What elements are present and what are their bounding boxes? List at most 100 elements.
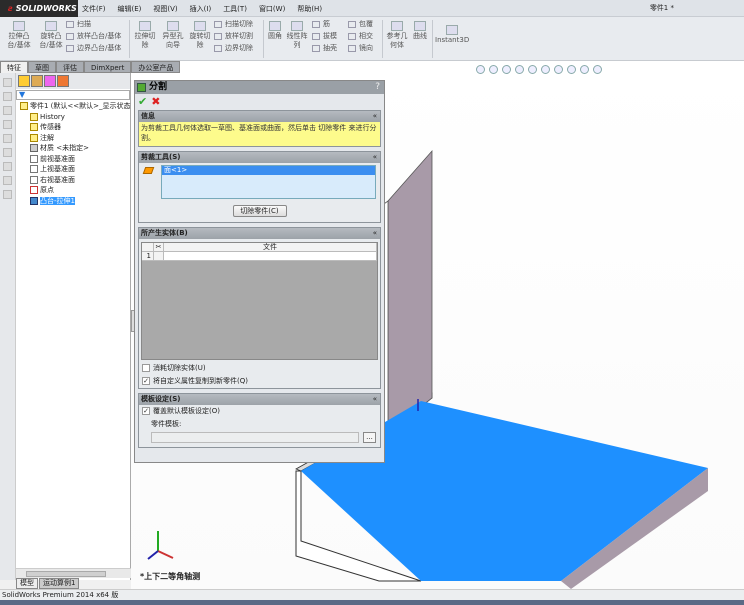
ok-button[interactable]: ✔ <box>138 95 147 108</box>
display-style-icon[interactable] <box>541 65 550 74</box>
loft-button[interactable]: 放样凸台/基体 <box>66 31 121 41</box>
tool-icon[interactable] <box>3 148 12 157</box>
scroll-thumb[interactable] <box>26 571 106 577</box>
menu-tools[interactable]: 工具(T) <box>223 4 247 14</box>
revolve-boss-button[interactable]: 旋转凸台/基体 <box>36 21 66 50</box>
zoom-to-fit-icon[interactable] <box>476 65 485 74</box>
hole-wizard-button[interactable]: 异型孔向导 <box>160 21 186 50</box>
tree-item-top-plane[interactable]: 上视基准面 <box>16 164 130 175</box>
tool-icon[interactable] <box>3 78 12 87</box>
tree-item-right-plane[interactable]: 右视基准面 <box>16 175 130 186</box>
menu-view[interactable]: 视图(V) <box>153 4 177 14</box>
resulting-bodies-group: 所产生实体(B) « ✂ 文件 1 消耗切除实体(U) ✓ 将自定义属性复制到新零件(… <box>138 227 381 389</box>
hide-show-icon[interactable] <box>554 65 563 74</box>
zoom-area-icon[interactable] <box>489 65 498 74</box>
display-manager-icon[interactable] <box>57 75 69 87</box>
draft-button[interactable]: 拔模 <box>312 31 337 41</box>
feature-manager-icon[interactable] <box>18 75 30 87</box>
ribbon-separator <box>382 20 383 58</box>
rib-button[interactable]: 筋 <box>312 19 330 29</box>
extrude-boss-button[interactable]: 拉伸凸台/基体 <box>4 21 34 50</box>
tree-filter[interactable]: ▼ <box>16 90 130 100</box>
command-manager: 拉伸凸台/基体 旋转凸台/基体 扫描 放样凸台/基体 边界凸台/基体 拉伸切除 … <box>0 17 744 61</box>
tree-item-annotations[interactable]: 注解 <box>16 133 130 144</box>
menu-help[interactable]: 帮助(H) <box>297 4 322 14</box>
selected-face-item[interactable]: 面<1> <box>162 166 375 175</box>
trim-tool-selection-list[interactable]: 面<1> <box>161 165 376 199</box>
plane-icon <box>30 175 38 184</box>
tool-icon[interactable] <box>3 120 12 129</box>
curves-button[interactable]: 曲线 <box>411 21 429 41</box>
tree-item-boss-extrude1[interactable]: 凸台-拉伸1 <box>16 196 130 207</box>
section-view-icon[interactable] <box>515 65 524 74</box>
property-manager-icon[interactable] <box>31 75 43 87</box>
help-button[interactable]: ? <box>375 81 380 94</box>
lofted-cut-button[interactable]: 放样切割 <box>214 31 253 41</box>
tree-root[interactable]: 零件1 (默认<<默认>_显示状态 <box>16 101 131 112</box>
shell-button[interactable]: 抽壳 <box>312 43 337 53</box>
edit-appearance-icon[interactable] <box>567 65 576 74</box>
sweep-button[interactable]: 扫描 <box>66 19 91 29</box>
collapse-button[interactable]: « <box>373 152 377 163</box>
mirror-button[interactable]: 镜向 <box>348 43 373 53</box>
cut-icon <box>139 21 151 31</box>
scissors-icon: ✂ <box>154 243 164 251</box>
consume-cut-bodies-checkbox[interactable]: 消耗切除实体(U) <box>139 362 380 375</box>
extruded-cut-button[interactable]: 拉伸切除 <box>132 21 158 50</box>
tab-office-products[interactable]: 办公室产品 <box>131 61 181 73</box>
tool-icon[interactable] <box>3 92 12 101</box>
table-row[interactable]: 1 <box>142 252 377 261</box>
checkbox-checked[interactable]: ✓ <box>142 377 150 385</box>
tool-icon[interactable] <box>3 176 12 185</box>
tab-model[interactable]: 模型 <box>16 578 38 589</box>
instant3d-button[interactable]: Instant3D <box>435 25 469 45</box>
reference-geometry-button[interactable]: 参考几何体 <box>385 21 409 50</box>
collapse-button[interactable]: « <box>373 394 377 405</box>
pattern-icon <box>291 21 303 31</box>
linear-pattern-button[interactable]: 线性阵列 <box>286 21 308 50</box>
scene-icon[interactable] <box>580 65 589 74</box>
view-orientation-icon[interactable] <box>528 65 537 74</box>
menu-window[interactable]: 窗口(W) <box>259 4 285 14</box>
resulting-bodies-table[interactable]: ✂ 文件 1 <box>141 242 378 360</box>
menu-insert[interactable]: 插入(I) <box>190 4 212 14</box>
wrap-button[interactable]: 包覆 <box>348 19 373 29</box>
collapse-button[interactable]: « <box>373 228 377 239</box>
tab-features[interactable]: 特征 <box>0 61 28 73</box>
checkbox[interactable] <box>142 364 150 372</box>
tab-sketch[interactable]: 草图 <box>28 61 56 73</box>
tab-dimxpert[interactable]: DimXpert <box>84 61 132 73</box>
tree-item-material[interactable]: 材质 <未指定> <box>16 143 130 154</box>
tab-motion-study[interactable]: 运动算例1 <box>39 578 80 589</box>
intersect-button[interactable]: 相交 <box>348 31 373 41</box>
previous-view-icon[interactable] <box>502 65 511 74</box>
cancel-button[interactable]: ✖ <box>151 95 160 108</box>
fillet-button[interactable]: 圆角 <box>266 21 284 41</box>
tree-horizontal-scrollbar[interactable] <box>16 568 131 578</box>
tree-item-origin[interactable]: 原点 <box>16 185 130 196</box>
browse-button[interactable]: ... <box>363 432 376 443</box>
boundary-cut-button[interactable]: 边界切除 <box>214 43 253 53</box>
view-settings-icon[interactable] <box>593 65 602 74</box>
tab-evaluate[interactable]: 评估 <box>56 61 84 73</box>
solidworks-logo[interactable]: ƨ SOLIDWORKS <box>0 0 78 17</box>
boundary-boss-button[interactable]: 边界凸台/基体 <box>66 43 121 53</box>
collapse-button[interactable]: « <box>373 111 377 122</box>
tool-icon[interactable] <box>3 106 12 115</box>
tree-item-sensors[interactable]: 传感器 <box>16 122 130 133</box>
override-template-checkbox[interactable]: ✓ 覆盖默认模板设定(O) <box>139 405 380 418</box>
menu-edit[interactable]: 编辑(E) <box>118 4 142 14</box>
tool-icon[interactable] <box>3 162 12 171</box>
tool-icon[interactable] <box>3 134 12 143</box>
menu-file[interactable]: 文件(F) <box>82 4 106 14</box>
checkbox-checked[interactable]: ✓ <box>142 407 150 415</box>
swept-cut-button[interactable]: 扫描切除 <box>214 19 253 29</box>
copy-custom-properties-checkbox[interactable]: ✓ 将自定义属性复制到新零件(Q) <box>139 375 380 388</box>
part-template-input[interactable] <box>151 432 359 443</box>
cut-part-button[interactable]: 切除零件(C) <box>232 205 287 217</box>
tool-icon[interactable] <box>3 190 12 199</box>
tree-item-front-plane[interactable]: 前视基准面 <box>16 154 130 165</box>
tree-item-history[interactable]: History <box>16 112 130 123</box>
revolved-cut-button[interactable]: 旋转切除 <box>188 21 212 50</box>
config-manager-icon[interactable] <box>44 75 56 87</box>
